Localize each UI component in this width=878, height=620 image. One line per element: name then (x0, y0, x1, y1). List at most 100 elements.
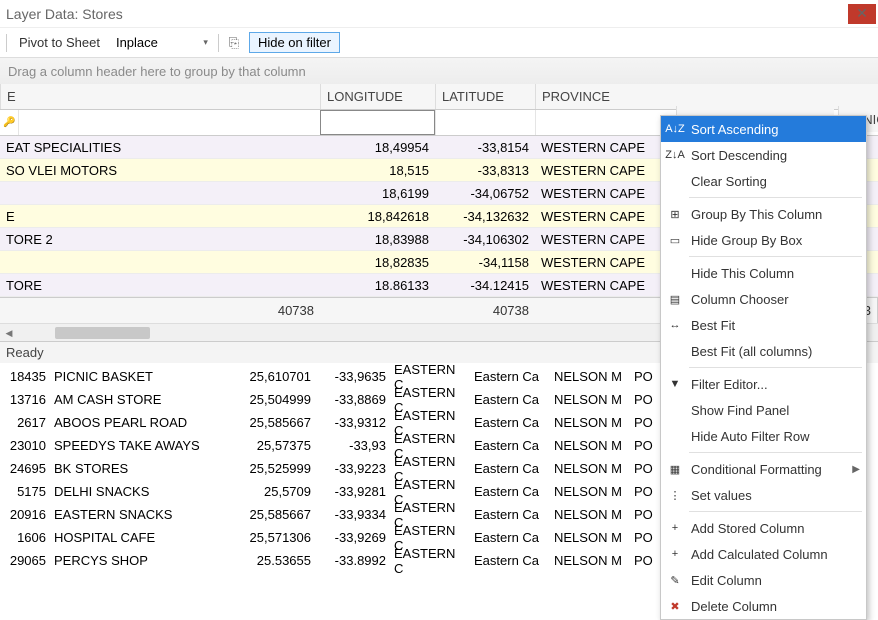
scroll-left-arrow-icon[interactable]: ◀ (2, 326, 16, 340)
cell-latitude: -33.8992 (315, 553, 390, 568)
cell-latitude: -34,1158 (435, 251, 535, 273)
close-button[interactable]: ✕ (848, 4, 876, 24)
column-header-longitude[interactable]: LONGITUDE (320, 84, 435, 109)
hide-on-filter-button[interactable]: Hide on filter (249, 32, 340, 53)
menu-item-set-values[interactable]: ⋮Set values (661, 482, 866, 508)
cell-longitude: 25,5709 (230, 484, 315, 499)
menu-icon (666, 401, 684, 419)
export-icon-button[interactable]: ⎘ (225, 34, 243, 52)
menu-icon: ⊞ (666, 205, 684, 223)
cell-longitude: 18.86133 (320, 274, 435, 296)
cell-id: 29065 (0, 553, 50, 568)
menu-item-add-stored-column[interactable]: +Add Stored Column (661, 515, 866, 541)
cell-longitude: 25,57375 (230, 438, 315, 453)
menu-icon: ✎ (666, 571, 684, 589)
filter-cell-longitude[interactable] (320, 110, 435, 135)
menu-item-best-fit[interactable]: ↔Best Fit (661, 312, 866, 338)
filter-input-province[interactable] (539, 114, 652, 132)
cell-province: WESTERN CAPE (535, 251, 655, 273)
title-bar: Layer Data: Stores ✕ (0, 0, 878, 28)
menu-label: Clear Sorting (691, 174, 767, 189)
cell-name: SPEEDYS TAKE AWAYS (50, 438, 230, 453)
filter-input-e[interactable] (22, 114, 317, 132)
cell-name: SO VLEI MOTORS (0, 159, 320, 181)
menu-label: Hide Group By Box (691, 233, 802, 248)
cell-name (0, 251, 320, 273)
menu-item-clear-sorting[interactable]: Clear Sorting (661, 168, 866, 194)
cell-id: 20916 (0, 507, 50, 522)
cell-latitude: -34.12415 (435, 274, 535, 296)
menu-item-best-fit-all-columns[interactable]: Best Fit (all columns) (661, 338, 866, 364)
cell-latitude: -33,9269 (315, 530, 390, 545)
column-header-e[interactable]: E (0, 84, 320, 109)
cell-region: Eastern Ca (470, 392, 550, 407)
menu-item-add-calculated-column[interactable]: +Add Calculated Column (661, 541, 866, 567)
cell-code: PO (630, 553, 660, 568)
status-text: Ready (6, 345, 44, 360)
cell-code: PO (630, 507, 660, 522)
filter-cell-province[interactable] (535, 110, 655, 135)
cell-latitude: -34,132632 (435, 205, 535, 227)
group-by-panel[interactable]: Drag a column header here to group by th… (0, 58, 878, 84)
menu-item-filter-editor[interactable]: ▼Filter Editor... (661, 371, 866, 397)
cell-province: WESTERN CAPE (535, 182, 655, 204)
menu-item-delete-column[interactable]: ✖Delete Column (661, 593, 866, 619)
cell-longitude: 18,515 (320, 159, 435, 181)
toolbar: Pivot to Sheet Inplace ▾ ⎘ Hide on filte… (0, 28, 878, 58)
combo-value: Inplace (116, 35, 158, 50)
menu-label: Show Find Panel (691, 403, 789, 418)
menu-item-group-by-this-column[interactable]: ⊞Group By This Column (661, 201, 866, 227)
filter-cell-latitude[interactable] (435, 110, 535, 135)
menu-item-hide-group-by-box[interactable]: ▭ Hide Group By Box (661, 227, 866, 253)
menu-label: Best Fit (all columns) (691, 344, 812, 359)
cell-name: TORE 2 (0, 228, 320, 250)
cell-latitude: -33,9281 (315, 484, 390, 499)
menu-item-sort-descending[interactable]: Z↓ASort Descending (661, 142, 866, 168)
total-longitude (320, 298, 435, 323)
column-header-latitude[interactable]: LATITUDE (435, 84, 535, 109)
cell-longitude: 25,504999 (230, 392, 315, 407)
menu-icon (666, 342, 684, 360)
cell-name: EAT SPECIALITIES (0, 136, 320, 158)
cell-region: Eastern Ca (470, 438, 550, 453)
menu-item-edit-column[interactable]: ✎Edit Column (661, 567, 866, 593)
cell-latitude: -33,9223 (315, 461, 390, 476)
cell-name: DELHI SNACKS (50, 484, 230, 499)
cell-province: EASTERN C (390, 546, 470, 576)
menu-item-conditional-formatting[interactable]: ▦Conditional Formatting▶ (661, 456, 866, 482)
scrollbar-thumb[interactable] (55, 327, 150, 339)
cell-province: WESTERN CAPE (535, 136, 655, 158)
cell-province: WESTERN CAPE (535, 205, 655, 227)
cell-latitude: -33,9635 (315, 369, 390, 384)
pivot-mode-combo[interactable]: Inplace ▾ (112, 33, 212, 52)
menu-item-column-chooser[interactable]: ▤Column Chooser (661, 286, 866, 312)
filter-input-latitude[interactable] (439, 114, 532, 132)
menu-icon: ✖ (666, 597, 684, 615)
cell-id: 1606 (0, 530, 50, 545)
cell-code: PO (630, 484, 660, 499)
chevron-down-icon: ▾ (203, 37, 208, 48)
pivot-to-sheet-button[interactable]: Pivot to Sheet (13, 33, 106, 52)
menu-icon: + (666, 519, 684, 537)
cell-latitude: -33,8869 (315, 392, 390, 407)
filter-cell-e[interactable] (18, 110, 320, 135)
cell-latitude: -33,93 (315, 438, 390, 453)
menu-item-hide-auto-filter-row[interactable]: Hide Auto Filter Row (661, 423, 866, 449)
cell-longitude: 18,842618 (320, 205, 435, 227)
cell-name: E (0, 205, 320, 227)
filter-input-longitude[interactable] (324, 114, 431, 132)
cell-id: 23010 (0, 438, 50, 453)
toolbar-divider (6, 34, 7, 52)
menu-item-sort-ascending[interactable]: A↓ZSort Ascending (661, 116, 866, 142)
menu-item-hide-this-column[interactable]: Hide This Column (661, 260, 866, 286)
menu-icon: ▭ (666, 231, 684, 249)
cell-district: NELSON M (550, 507, 630, 522)
menu-icon (666, 264, 684, 282)
column-header-province[interactable]: PROVINCE (535, 84, 655, 109)
cell-name: ABOOS PEARL ROAD (50, 415, 230, 430)
menu-item-show-find-panel[interactable]: Show Find Panel (661, 397, 866, 423)
menu-label: Column Chooser (691, 292, 789, 307)
cell-code: PO (630, 392, 660, 407)
cell-id: 13716 (0, 392, 50, 407)
cell-district: NELSON M (550, 484, 630, 499)
